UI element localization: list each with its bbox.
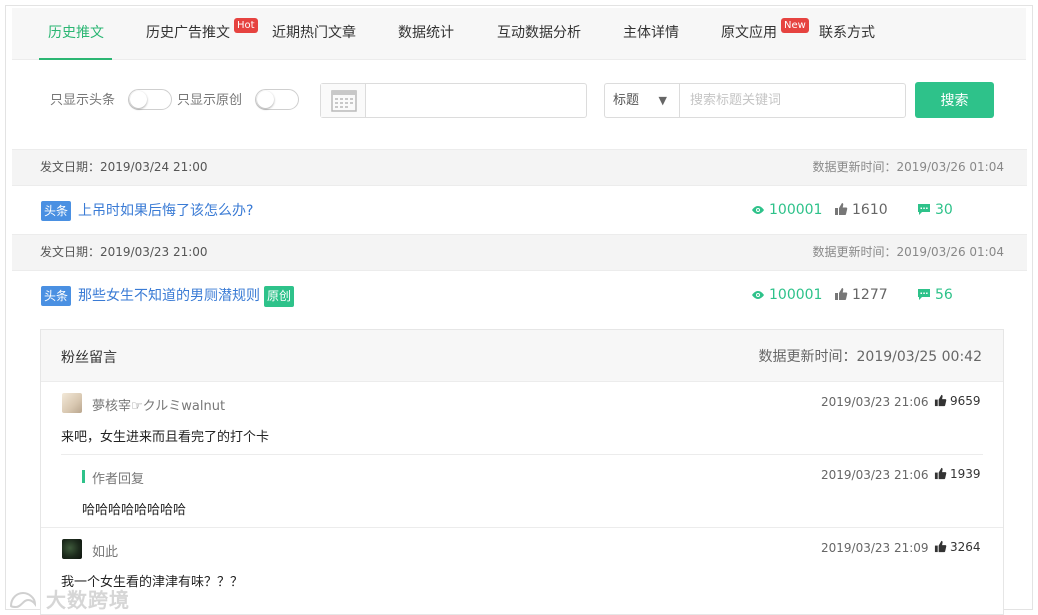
avatar [62, 393, 82, 413]
article-row: 头条 那些女生不知道的男厕潜规则 原创 100001 1277 56 [12, 271, 1027, 319]
watermark: 大数跨境 [8, 584, 130, 613]
tab-history-posts[interactable]: 历史推文 [48, 8, 104, 60]
tab-contact[interactable]: 联系方式 [819, 8, 875, 60]
fan-comments-header: 粉丝留言 数据更新时间：2019/03/25 00:42 [41, 330, 1003, 382]
comment-likes: 3264 [934, 540, 981, 554]
reply-text: 哈哈哈哈哈哈哈哈 [82, 503, 187, 518]
toggle-knob [257, 91, 274, 108]
tab-hot-articles[interactable]: 近期热门文章 [272, 8, 356, 60]
tab-interaction-analysis[interactable]: 互动数据分析 [497, 8, 581, 60]
divider [41, 527, 1003, 528]
fan-comments-updated: 数据更新时间：2019/03/25 00:42 [758, 349, 983, 365]
data-updated-time: 数据更新时间：2019/03/26 01:04 [812, 245, 1004, 259]
tab-original-app[interactable]: 原文应用 [721, 8, 777, 60]
article-title-link[interactable]: 上吊时如果后悔了该怎么办? [78, 201, 253, 221]
search-input[interactable] [679, 83, 906, 118]
original-only-label: 只显示原创 [177, 93, 243, 108]
tab-data-stats[interactable]: 数据统计 [398, 8, 454, 60]
article-title-link[interactable]: 那些女生不知道的男厕潜规则 [78, 286, 260, 306]
comment-icon [918, 204, 930, 215]
select-value: 标题 [613, 93, 640, 108]
logo-icon [9, 591, 37, 609]
thumbs-up-icon [934, 467, 947, 480]
likes-stat: 1277 [834, 285, 888, 305]
search-field-select[interactable]: 标题 ▼ [604, 83, 679, 118]
calendar-icon[interactable] [321, 84, 366, 117]
hot-badge: Hot [234, 18, 258, 33]
comment-time: 2019/03/23 21:06 [821, 395, 929, 409]
filter-bar: 只显示头条 只显示原创 标题 ▼ 搜索 [0, 60, 1028, 145]
comment-time: 2019/03/23 21:09 [821, 541, 929, 555]
fan-comments-title: 粉丝留言 [61, 350, 117, 366]
original-tag: 原创 [264, 286, 295, 307]
comment-likes: 9659 [934, 394, 981, 408]
tab-history-ads[interactable]: 历史广告推文 [146, 8, 230, 60]
thumbs-up-icon [835, 203, 848, 215]
article-date-row: 发文日期：2019/03/24 21:00 数据更新时间：2019/03/26 … [12, 149, 1027, 186]
comment-time: 2019/03/23 21:06 [821, 468, 929, 482]
comments-stat: 30 [917, 200, 953, 220]
fan-comments-panel: 粉丝留言 数据更新时间：2019/03/25 00:42 夢核宰☞クルミwaln… [40, 329, 1004, 615]
comment-username: 如此 [92, 545, 119, 560]
comment-likes: 1939 [934, 467, 981, 481]
thumbs-up-icon [934, 394, 947, 407]
eye-icon [752, 206, 764, 214]
divider [61, 454, 983, 455]
thumbs-up-icon [934, 540, 947, 553]
search-button[interactable]: 搜索 [915, 82, 994, 118]
eye-icon [752, 291, 764, 299]
author-reply-label: 作者回复 [92, 472, 145, 487]
article-row: 头条 上吊时如果后悔了该怎么办? 100001 1610 30 [12, 186, 1027, 234]
likes-stat: 1610 [834, 200, 888, 220]
data-updated-time: 数据更新时间：2019/03/26 01:04 [812, 160, 1004, 174]
views-stat: 100001 [751, 200, 822, 220]
tab-entity-details[interactable]: 主体详情 [623, 8, 679, 60]
toggle-knob [130, 91, 147, 108]
comment-text: 来吧，女生进来而且看完了的打个卡 [61, 430, 270, 445]
reply-marker [82, 470, 85, 483]
article-date-row: 发文日期：2019/03/23 21:00 数据更新时间：2019/03/26 … [12, 234, 1027, 271]
date-picker[interactable] [320, 83, 587, 118]
headline-only-label: 只显示头条 [50, 93, 116, 108]
thumbs-up-icon [835, 288, 848, 300]
headline-tag: 头条 [41, 286, 72, 306]
avatar [62, 539, 82, 559]
caret-down-icon: ▼ [658, 94, 667, 107]
views-stat: 100001 [751, 285, 822, 305]
headline-tag: 头条 [41, 201, 72, 221]
comment-icon [918, 289, 930, 300]
date-input[interactable] [367, 84, 586, 117]
original-only-toggle[interactable] [255, 89, 299, 110]
publish-date: 发文日期：2019/03/24 21:00 [40, 160, 208, 174]
publish-date: 发文日期：2019/03/23 21:00 [40, 245, 208, 259]
headline-only-toggle[interactable] [128, 89, 172, 110]
comment-username: 夢核宰☞クルミwalnut [92, 399, 226, 414]
tab-bar: 历史推文 历史广告推文 Hot 近期热门文章 数据统计 互动数据分析 主体详情 … [12, 8, 1026, 60]
new-badge: New [781, 18, 809, 33]
comments-stat: 56 [917, 285, 953, 305]
